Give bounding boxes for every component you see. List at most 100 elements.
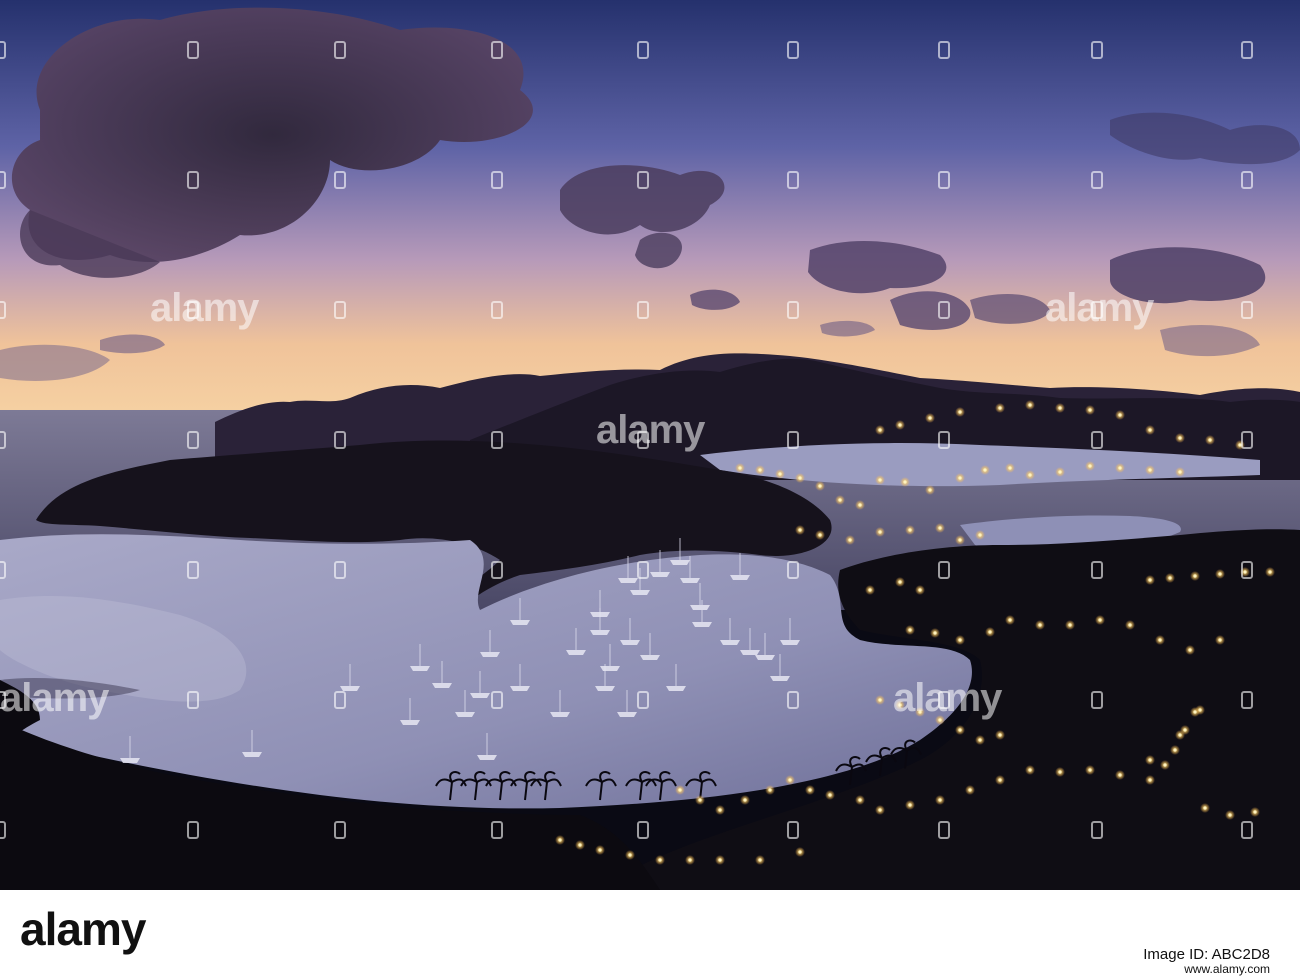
light-glow — [795, 473, 805, 483]
light-glow — [975, 530, 985, 540]
light-glow — [895, 577, 905, 587]
light-glow — [935, 715, 945, 725]
light-glow — [775, 469, 785, 479]
light-glow — [955, 407, 965, 417]
light-glow — [935, 795, 945, 805]
light-glow — [740, 795, 750, 805]
light-glow — [895, 700, 905, 710]
light-glow — [555, 835, 565, 845]
light-glow — [755, 855, 765, 865]
light-glow — [985, 627, 995, 637]
image-id: Image ID: ABC2D8 — [1143, 946, 1270, 963]
light-glow — [1085, 461, 1095, 471]
light-glow — [875, 527, 885, 537]
light-glow — [795, 525, 805, 535]
light-glow — [1125, 620, 1135, 630]
light-glow — [805, 785, 815, 795]
light-glow — [955, 635, 965, 645]
light-glow — [1025, 470, 1035, 480]
light-glow — [675, 785, 685, 795]
light-glow — [715, 855, 725, 865]
light-glow — [905, 525, 915, 535]
light-glow — [1170, 745, 1180, 755]
light-glow — [1115, 770, 1125, 780]
light-glow — [1215, 569, 1225, 579]
footer-bar: alamy Image ID: ABC2D8 www.alamy.com — [0, 890, 1300, 978]
light-glow — [1145, 575, 1155, 585]
light-glow — [1005, 615, 1015, 625]
light-glow — [1115, 463, 1125, 473]
light-glow — [1215, 635, 1225, 645]
light-glow — [855, 500, 865, 510]
light-glow — [1095, 615, 1105, 625]
light-glow — [995, 775, 1005, 785]
light-glow — [1235, 440, 1245, 450]
light-glow — [755, 465, 765, 475]
light-glow — [1115, 410, 1125, 420]
light-glow — [875, 475, 885, 485]
light-glow — [735, 463, 745, 473]
light-glow — [825, 790, 835, 800]
light-glow — [815, 481, 825, 491]
light-glow — [1005, 463, 1015, 473]
light-glow — [905, 800, 915, 810]
light-glow — [1250, 807, 1260, 817]
light-glow — [1185, 645, 1195, 655]
light-glow — [865, 585, 875, 595]
light-glow — [1175, 433, 1185, 443]
light-glow — [1055, 467, 1065, 477]
light-glow — [1165, 573, 1175, 583]
light-glow — [625, 850, 635, 860]
alamy-logo: alamy — [20, 903, 146, 955]
light-glow — [815, 530, 825, 540]
light-glow — [965, 785, 975, 795]
light-glow — [875, 695, 885, 705]
light-glow — [1055, 767, 1065, 777]
light-glow — [1145, 755, 1155, 765]
harbour-photo: alamy alamy alamy alamy alamy — [0, 0, 1300, 890]
light-glow — [925, 413, 935, 423]
light-glow — [1085, 405, 1095, 415]
light-glow — [925, 485, 935, 495]
site-url: www.alamy.com — [1184, 962, 1270, 976]
light-glow — [765, 785, 775, 795]
light-glow — [1055, 403, 1065, 413]
light-glow — [1085, 765, 1095, 775]
light-glow — [845, 535, 855, 545]
light-glow — [980, 465, 990, 475]
light-glow — [1145, 425, 1155, 435]
light-glow — [655, 855, 665, 865]
light-glow — [1265, 567, 1275, 577]
stock-photo-page: alamy alamy alamy alamy alamy alamy Imag… — [0, 0, 1300, 978]
light-glow — [915, 585, 925, 595]
light-glow — [785, 775, 795, 785]
light-glow — [905, 625, 915, 635]
light-glow — [1200, 803, 1210, 813]
light-glow — [595, 845, 605, 855]
harbour-scene — [0, 0, 1300, 890]
light-glow — [1145, 775, 1155, 785]
light-glow — [1240, 567, 1250, 577]
light-glow — [900, 477, 910, 487]
light-glow — [1025, 765, 1035, 775]
light-glow — [1180, 725, 1190, 735]
light-glow — [685, 855, 695, 865]
light-glow — [855, 795, 865, 805]
light-glow — [795, 847, 805, 857]
light-glow — [695, 795, 705, 805]
light-glow — [1225, 810, 1235, 820]
light-glow — [915, 707, 925, 717]
light-glow — [1205, 435, 1215, 445]
light-glow — [575, 840, 585, 850]
light-glow — [1145, 465, 1155, 475]
light-glow — [995, 403, 1005, 413]
light-glow — [1025, 400, 1035, 410]
light-glow — [1190, 707, 1200, 717]
light-glow — [975, 735, 985, 745]
light-glow — [1155, 635, 1165, 645]
light-glow — [1175, 467, 1185, 477]
light-glow — [715, 805, 725, 815]
light-glow — [1160, 760, 1170, 770]
light-glow — [955, 725, 965, 735]
light-glow — [955, 473, 965, 483]
